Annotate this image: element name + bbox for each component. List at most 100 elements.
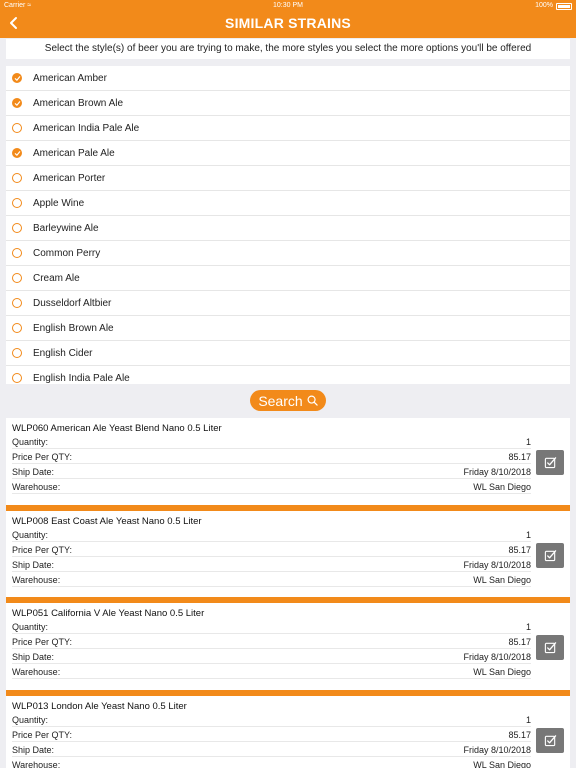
result-row-warehouse: Warehouse: WL San Diego bbox=[12, 665, 531, 679]
style-item[interactable]: American Pale Ale bbox=[6, 141, 570, 166]
result-row-ship: Ship Date: Friday 8/10/2018 bbox=[12, 558, 531, 572]
result-value-price: 85.17 bbox=[508, 452, 531, 462]
result-row-ship: Ship Date: Friday 8/10/2018 bbox=[12, 465, 531, 479]
result-label-quantity: Quantity: bbox=[12, 622, 49, 632]
result-value-warehouse: WL San Diego bbox=[473, 759, 531, 768]
result-label-price: Price Per QTY: bbox=[12, 544, 73, 555]
result-value-ship: Friday 8/10/2018 bbox=[463, 652, 531, 662]
style-item[interactable]: American Porter bbox=[6, 166, 570, 191]
result-label-ship: Ship Date: bbox=[12, 559, 55, 570]
status-battery: 100% bbox=[535, 0, 572, 12]
unchecked-circle-icon[interactable] bbox=[12, 373, 22, 383]
search-button-label: Search bbox=[258, 392, 303, 409]
style-item[interactable]: English Brown Ale bbox=[6, 316, 570, 341]
checkbox-edit-icon bbox=[544, 642, 556, 654]
result-label-price: Price Per QTY: bbox=[12, 637, 73, 647]
battery-percent: 100% bbox=[535, 2, 553, 9]
result-label-quantity: Quantity: bbox=[12, 437, 49, 447]
result-title: WLP051 California V Ale Yeast Nano 0.5 L… bbox=[12, 608, 205, 619]
style-item[interactable]: Barleywine Ale bbox=[6, 216, 570, 241]
style-item-label: Cream Ale bbox=[33, 272, 80, 284]
status-time: 10:30 PM bbox=[273, 2, 303, 9]
result-value-quantity: 1 bbox=[525, 714, 531, 725]
style-item[interactable]: English Cider bbox=[6, 341, 570, 366]
result-value-price: 85.17 bbox=[508, 637, 531, 647]
style-item[interactable]: Apple Wine bbox=[6, 191, 570, 216]
style-item[interactable]: American Brown Ale bbox=[6, 91, 570, 116]
result-row-quantity: Quantity: 1 bbox=[12, 713, 531, 727]
result-value-quantity: 1 bbox=[525, 529, 531, 540]
result-card: WLP008 East Coast Ale Yeast Nano 0.5 Lit… bbox=[6, 510, 570, 603]
result-row-quantity: Quantity: 1 bbox=[12, 528, 531, 542]
style-item-label: Apple Wine bbox=[33, 197, 85, 209]
result-label-warehouse: Warehouse: bbox=[12, 574, 61, 585]
result-row-quantity: Quantity: 1 bbox=[12, 435, 531, 449]
result-row-quantity: Quantity: 1 bbox=[12, 620, 531, 634]
result-value-ship: Friday 8/10/2018 bbox=[463, 744, 531, 755]
result-value-quantity: 1 bbox=[525, 622, 531, 632]
result-value-ship: Friday 8/10/2018 bbox=[463, 559, 531, 570]
unchecked-circle-icon[interactable] bbox=[12, 348, 22, 358]
result-label-quantity: Quantity: bbox=[12, 714, 49, 725]
results-list[interactable]: WLP060 American Ale Yeast Blend Nano 0.5… bbox=[6, 418, 570, 768]
result-label-ship: Ship Date: bbox=[12, 744, 55, 755]
unchecked-circle-icon[interactable] bbox=[12, 323, 22, 333]
add-to-cart-button[interactable] bbox=[536, 542, 564, 568]
unchecked-circle-icon[interactable] bbox=[12, 198, 22, 208]
style-item[interactable]: Dusseldorf Altbier bbox=[6, 291, 570, 316]
result-label-quantity: Quantity: bbox=[12, 529, 49, 540]
style-item-label: Dusseldorf Altbier bbox=[33, 297, 112, 309]
style-item-label: American Porter bbox=[33, 172, 106, 184]
checkmark-icon bbox=[14, 100, 20, 106]
checked-circle-icon[interactable] bbox=[12, 98, 22, 108]
instruction-text: Select the style(s) of beer you are tryi… bbox=[6, 39, 570, 59]
style-item-label: English Cider bbox=[33, 347, 93, 359]
result-title: WLP008 East Coast Ale Yeast Nano 0.5 Lit… bbox=[12, 515, 202, 527]
result-label-ship: Ship Date: bbox=[12, 652, 55, 662]
result-row-price: Price Per QTY: 85.17 bbox=[12, 728, 531, 742]
result-row-warehouse: Warehouse: WL San Diego bbox=[12, 758, 531, 768]
result-label-price: Price Per QTY: bbox=[12, 729, 73, 740]
style-item[interactable]: American Amber bbox=[6, 66, 570, 91]
result-title: WLP060 American Ale Yeast Blend Nano 0.5… bbox=[12, 423, 222, 434]
style-item-label: American Amber bbox=[33, 72, 107, 84]
result-label-warehouse: Warehouse: bbox=[12, 667, 61, 677]
beer-style-list[interactable]: American Amber American Brown Ale American… bbox=[6, 66, 570, 384]
status-bar: Carrier ≈ 10:30 PM 100% bbox=[0, 0, 576, 12]
unchecked-circle-icon[interactable] bbox=[12, 173, 22, 183]
style-item[interactable]: Common Perry bbox=[6, 241, 570, 266]
checked-circle-icon[interactable] bbox=[12, 148, 22, 158]
result-row-ship: Ship Date: Friday 8/10/2018 bbox=[12, 650, 531, 664]
result-label-price: Price Per QTY: bbox=[12, 452, 73, 462]
page-title: SIMILAR STRAINS bbox=[225, 15, 351, 31]
unchecked-circle-icon[interactable] bbox=[12, 298, 22, 308]
result-value-price: 85.17 bbox=[508, 729, 531, 740]
result-row-warehouse: Warehouse: WL San Diego bbox=[12, 573, 531, 587]
search-icon bbox=[307, 395, 318, 406]
unchecked-circle-icon[interactable] bbox=[12, 123, 22, 133]
result-card: WLP051 California V Ale Yeast Nano 0.5 L… bbox=[6, 603, 570, 696]
search-button[interactable]: Search bbox=[250, 390, 326, 411]
battery-icon bbox=[556, 2, 572, 10]
result-card: WLP060 American Ale Yeast Blend Nano 0.5… bbox=[6, 418, 570, 511]
style-item-label: Common Perry bbox=[33, 247, 101, 259]
checkmark-icon bbox=[14, 75, 20, 81]
result-row-ship: Ship Date: Friday 8/10/2018 bbox=[12, 743, 531, 757]
checkbox-edit-icon bbox=[544, 549, 556, 561]
unchecked-circle-icon[interactable] bbox=[12, 223, 22, 233]
result-value-warehouse: WL San Diego bbox=[473, 482, 531, 492]
style-item[interactable]: English India Pale Ale bbox=[6, 366, 570, 384]
add-to-cart-button[interactable] bbox=[536, 635, 564, 660]
result-label-warehouse: Warehouse: bbox=[12, 482, 61, 492]
style-item[interactable]: Cream Ale bbox=[6, 266, 570, 291]
unchecked-circle-icon[interactable] bbox=[12, 248, 22, 258]
checked-circle-icon[interactable] bbox=[12, 73, 22, 83]
style-item[interactable]: American India Pale Ale bbox=[6, 116, 570, 141]
add-to-cart-button[interactable] bbox=[536, 727, 564, 753]
result-label-ship: Ship Date: bbox=[12, 467, 55, 477]
result-value-ship: Friday 8/10/2018 bbox=[463, 467, 531, 477]
checkbox-edit-icon bbox=[544, 457, 556, 469]
add-to-cart-button[interactable] bbox=[536, 450, 564, 475]
result-value-warehouse: WL San Diego bbox=[473, 667, 531, 677]
unchecked-circle-icon[interactable] bbox=[12, 273, 22, 283]
